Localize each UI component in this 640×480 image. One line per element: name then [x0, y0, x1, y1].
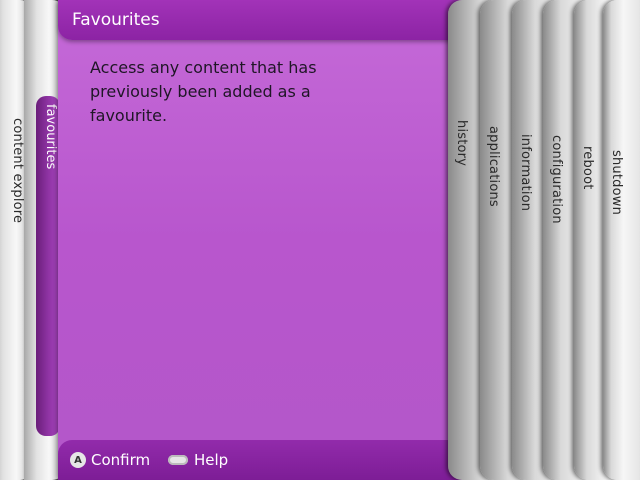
tab-label: history [454, 120, 469, 167]
tab-label: content explore [10, 118, 25, 224]
title-bar: Favourites [58, 0, 462, 40]
tab-label: shutdown [609, 150, 624, 216]
page-title: Favourites [72, 10, 160, 30]
confirm-label: Confirm [91, 451, 151, 469]
tab-shutdown[interactable]: shutdown [603, 0, 640, 480]
tab-label: configuration [549, 135, 564, 224]
tab-label: applications [486, 126, 501, 207]
help-hint[interactable]: Help [168, 451, 228, 469]
a-button-icon: A [70, 452, 86, 468]
panel-description: Access any content that has previously b… [90, 58, 317, 125]
tab-label: reboot [580, 146, 595, 190]
active-tab-label: favourites [43, 104, 58, 170]
help-label: Help [194, 451, 229, 469]
tab-label: information [518, 134, 533, 212]
back-button-icon [168, 455, 188, 465]
main-panel: Favourites Access any content that has p… [58, 0, 462, 480]
button-hint-bar: A Confirm Help [58, 440, 462, 480]
confirm-hint[interactable]: A Confirm [70, 451, 150, 469]
